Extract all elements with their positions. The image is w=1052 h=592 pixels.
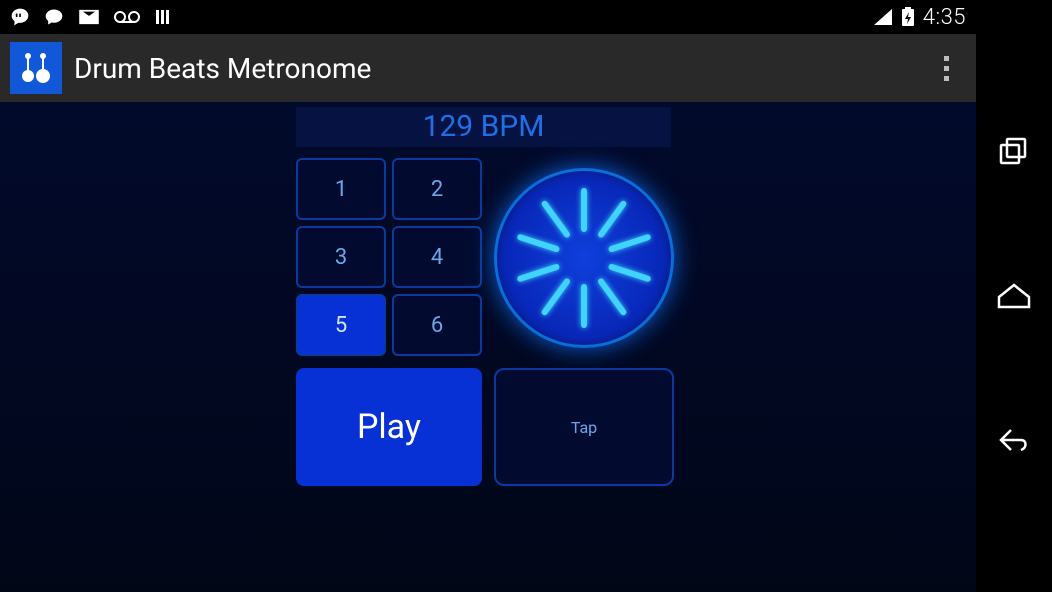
system-nav-bar — [976, 0, 1052, 592]
beat-6-button[interactable]: 6 — [392, 294, 482, 356]
battery-charging-icon — [901, 7, 915, 27]
bars-icon — [154, 8, 174, 26]
overflow-menu-button[interactable] — [926, 48, 966, 88]
clock-text: 4:35 — [923, 5, 966, 30]
signal-icon — [873, 8, 893, 26]
chat-icon — [44, 7, 64, 27]
play-button[interactable]: Play — [296, 368, 482, 486]
beat-4-button[interactable]: 4 — [392, 226, 482, 288]
mail-icon — [78, 9, 100, 25]
voicemail-icon — [114, 10, 140, 24]
home-button[interactable] — [993, 275, 1035, 317]
beat-1-button[interactable]: 1 — [296, 158, 386, 220]
beat-grid: 1 2 3 4 5 6 — [296, 158, 482, 356]
app-content: 129 BPM 1 2 3 4 5 6 Play Tap — [0, 102, 976, 592]
recent-apps-button[interactable] — [993, 131, 1035, 173]
beat-5-button[interactable]: 5 — [296, 294, 386, 356]
app-icon — [10, 42, 62, 94]
status-bar: 4:35 — [0, 0, 976, 34]
beat-2-button[interactable]: 2 — [392, 158, 482, 220]
app-title: Drum Beats Metronome — [74, 52, 371, 85]
beat-3-button[interactable]: 3 — [296, 226, 386, 288]
hangouts-icon — [10, 7, 30, 27]
back-button[interactable] — [993, 419, 1035, 461]
bpm-display: 129 BPM — [296, 107, 671, 147]
tap-button[interactable]: Tap — [494, 368, 674, 486]
action-bar: Drum Beats Metronome — [0, 34, 976, 102]
phone-screen: 4:35 Drum Beats Metronome 129 BPM 1 2 3 — [0, 0, 976, 592]
tempo-dial[interactable] — [494, 158, 674, 358]
